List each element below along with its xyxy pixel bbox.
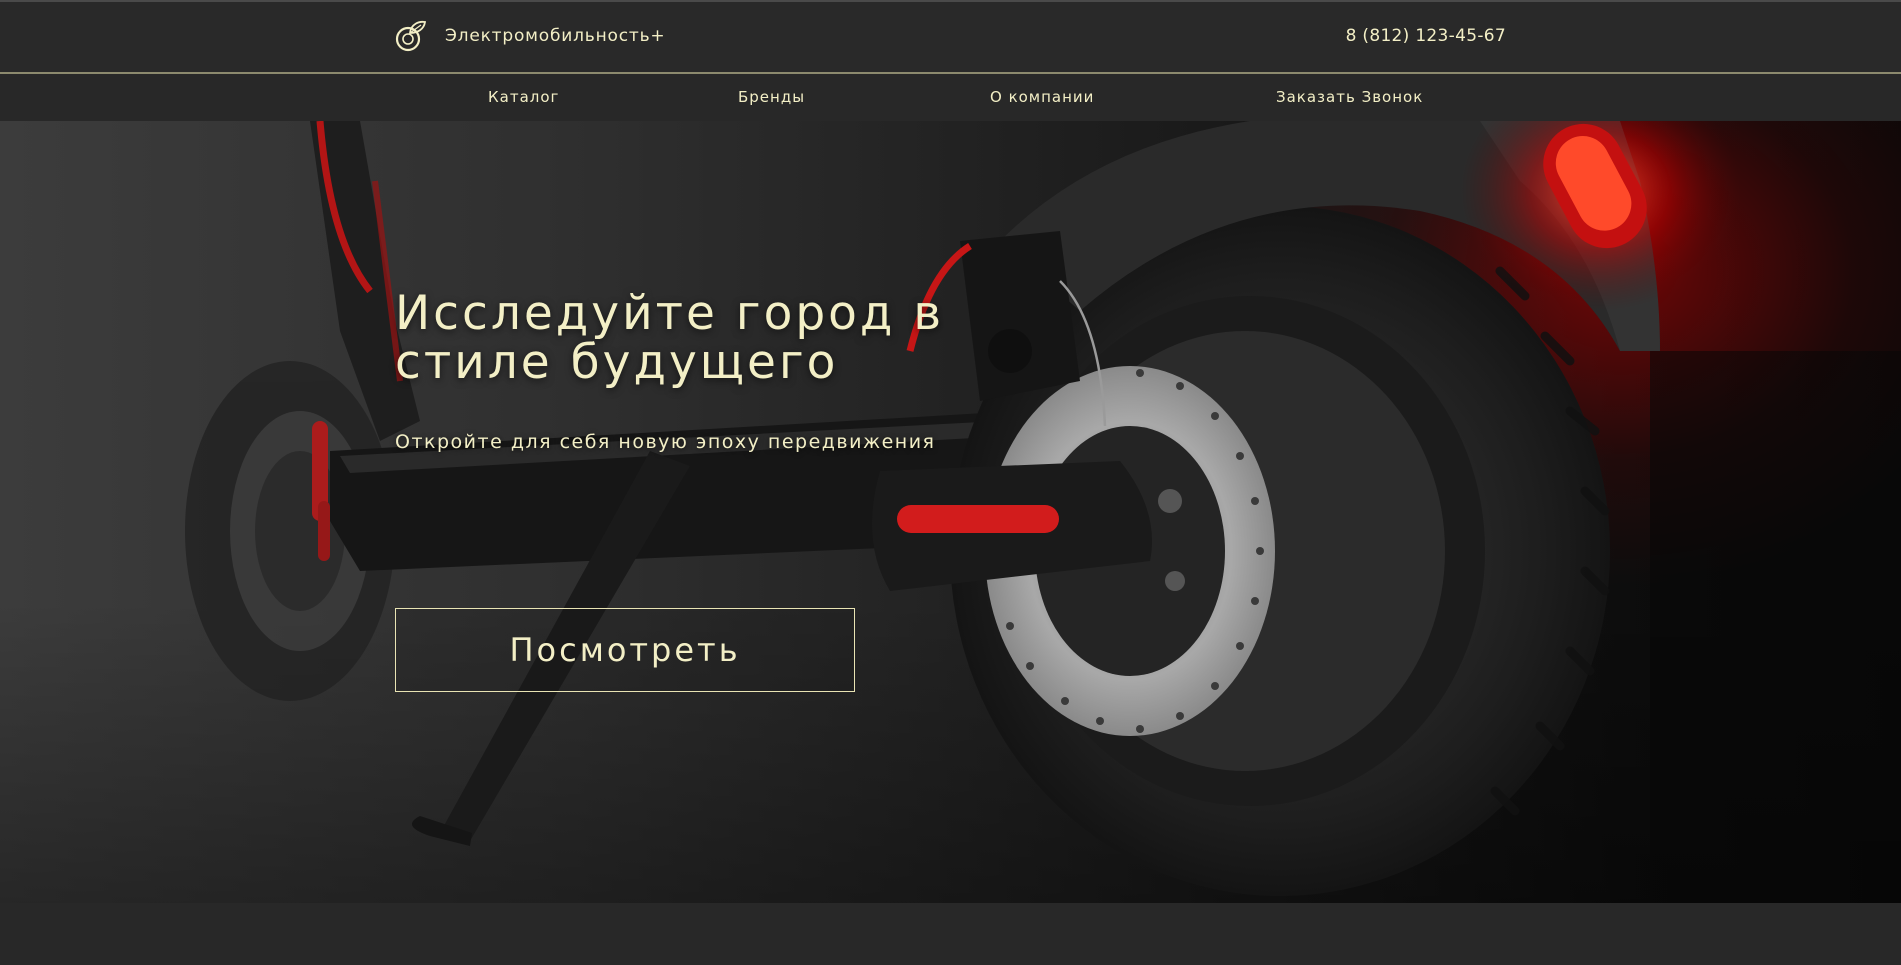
page-bottom-band: [0, 903, 1901, 965]
brand-logo-link[interactable]: Электромобильность+: [395, 16, 665, 56]
nav-item-catalog[interactable]: Каталог: [488, 88, 559, 106]
brand-name: Электромобильность+: [445, 26, 666, 46]
view-button[interactable]: Посмотреть: [395, 608, 855, 692]
phone-link[interactable]: 8 (812) 123-45-67: [1346, 26, 1506, 46]
main-nav: Каталог Бренды О компании Заказать Звоно…: [0, 74, 1901, 121]
top-header: Электромобильность+ 8 (812) 123-45-67: [0, 0, 1901, 72]
nav-item-about[interactable]: О компании: [990, 88, 1094, 106]
hero-subtitle: Откройте для себя новую эпоху передвижен…: [395, 431, 936, 453]
hero-scooter-image: [0, 121, 1901, 903]
leaf-ring-icon: [395, 19, 427, 53]
landing-page: Электромобильность+ 8 (812) 123-45-67 Ка…: [0, 0, 1901, 965]
hero-title: Исследуйте город в стиле будущего: [395, 286, 945, 390]
nav-item-request-call[interactable]: Заказать Звонок: [1276, 88, 1423, 106]
hero-section: Исследуйте город в стиле будущего Открой…: [0, 121, 1901, 903]
nav-item-brands[interactable]: Бренды: [738, 88, 805, 106]
